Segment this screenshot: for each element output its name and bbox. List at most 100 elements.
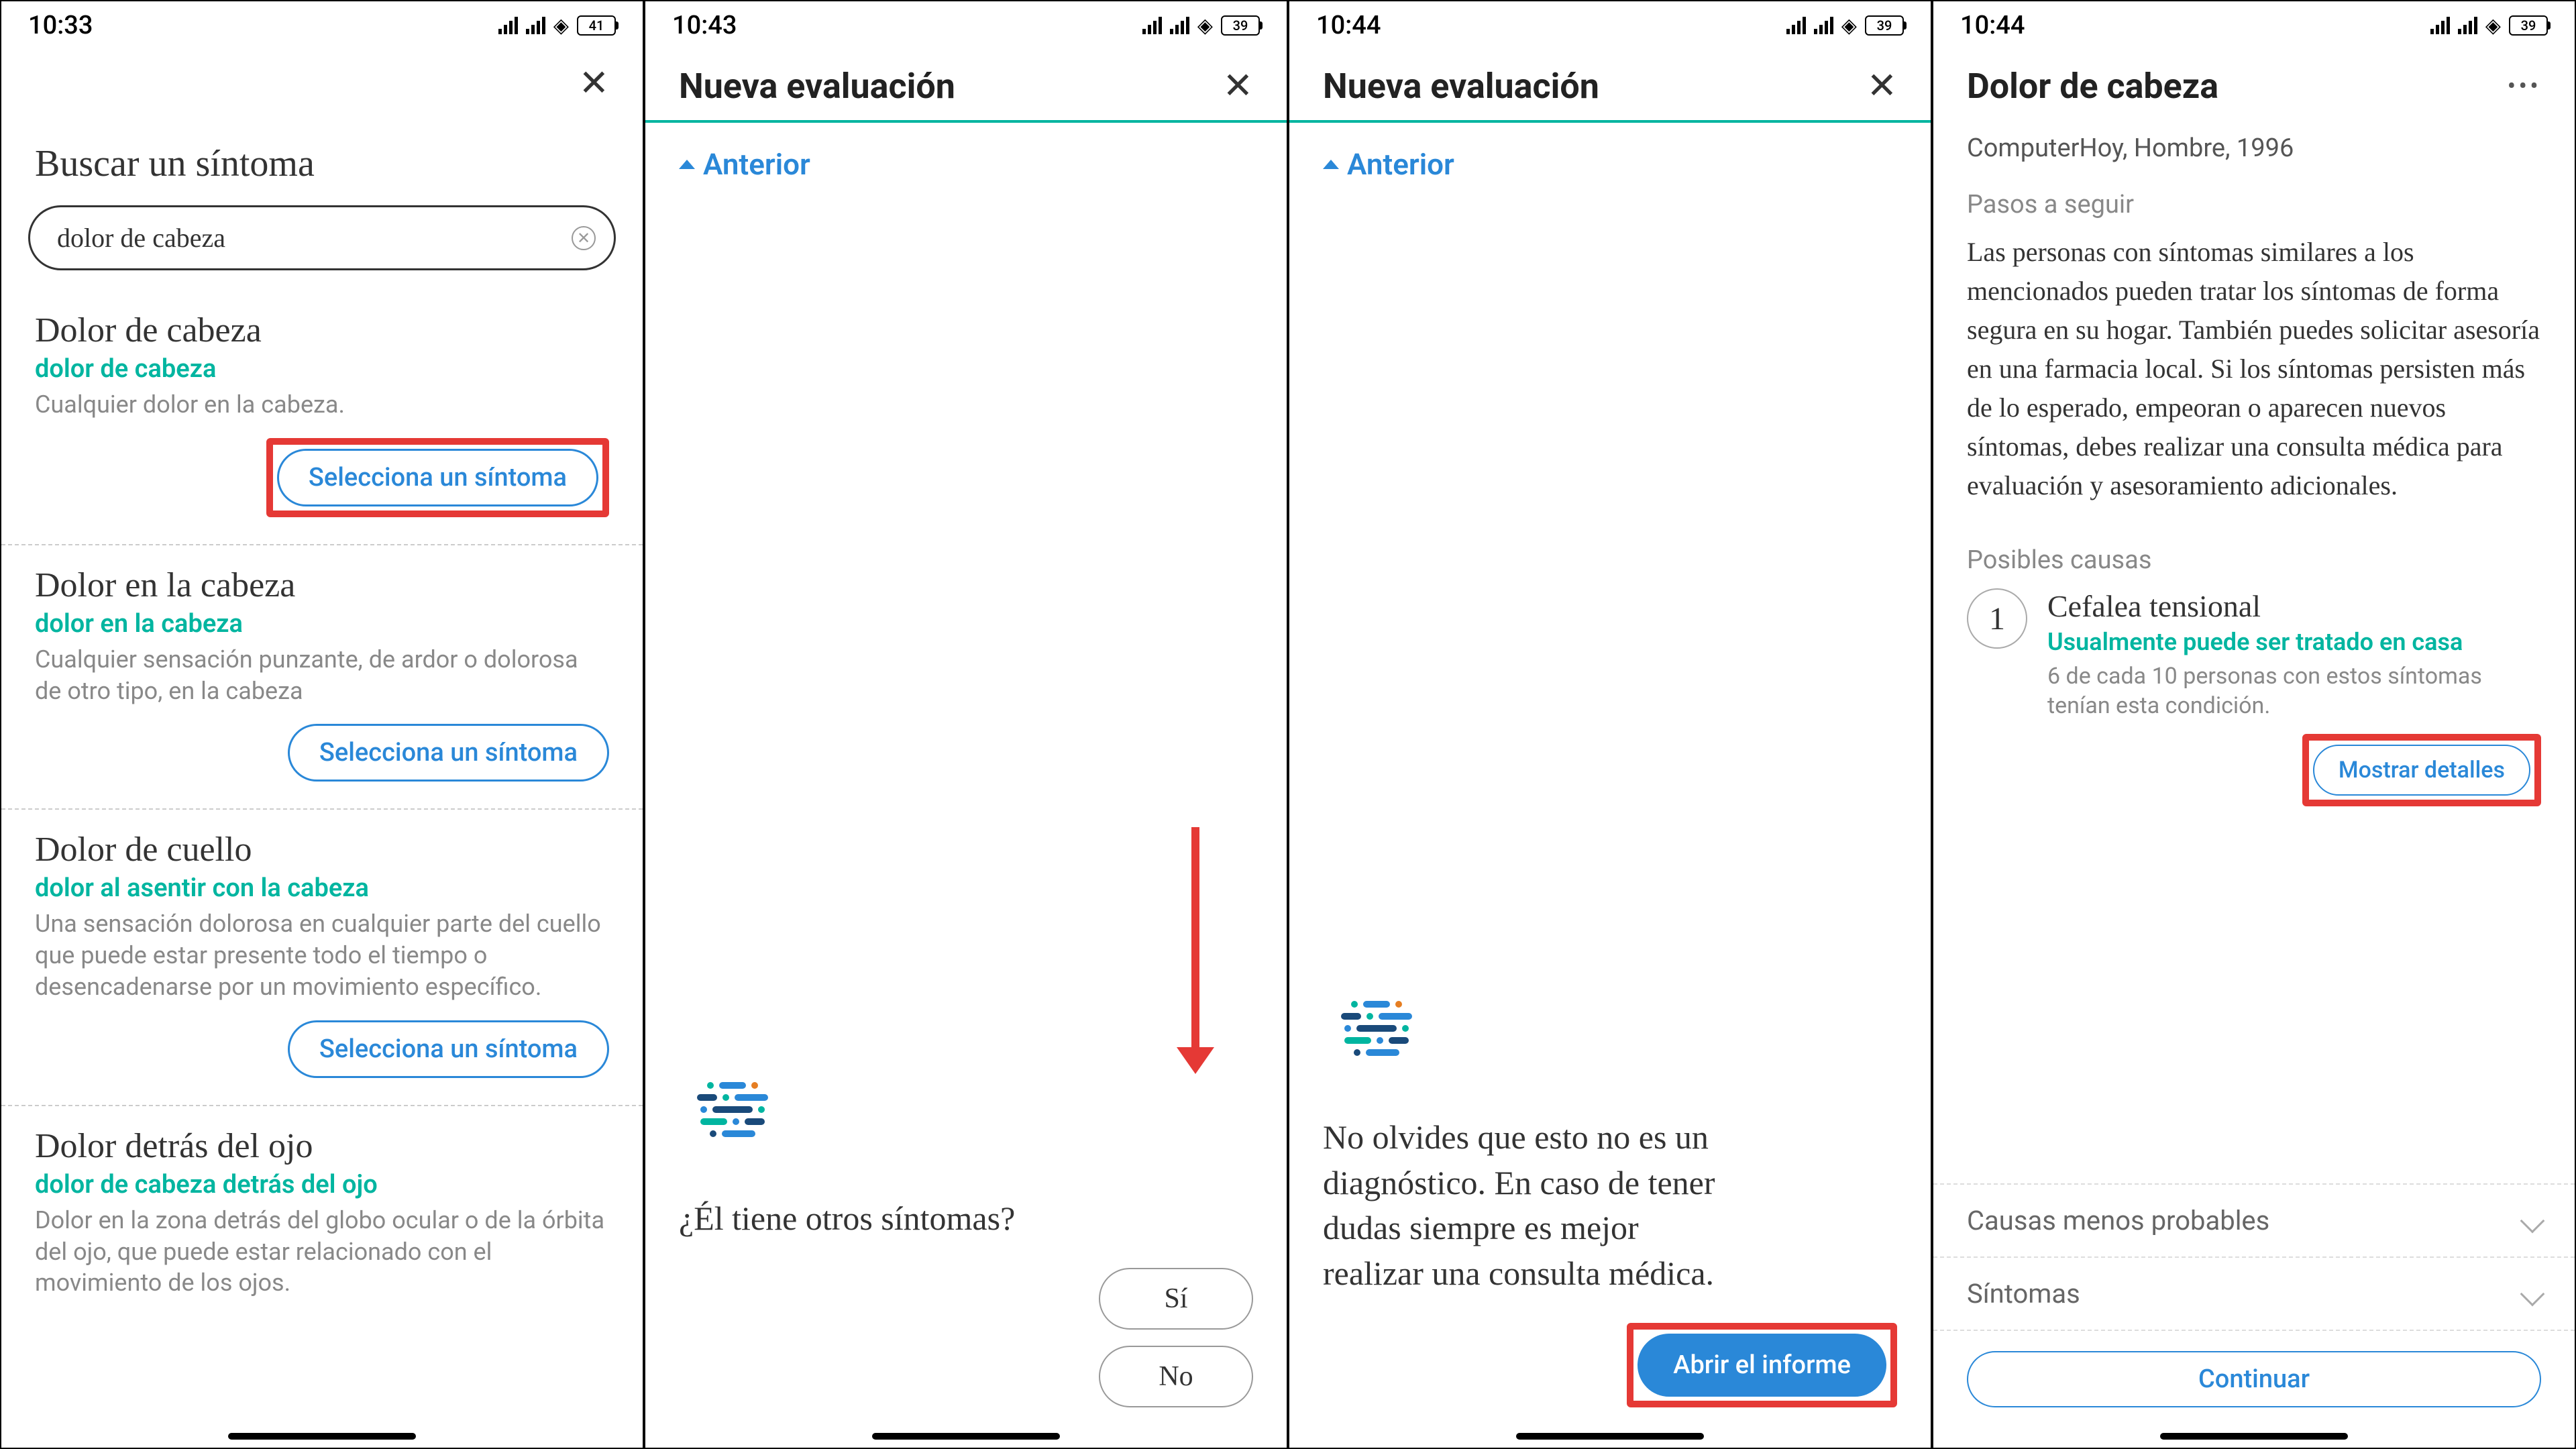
wifi-icon: ◈: [1197, 14, 1213, 38]
cause-item: 1 Cefalea tensional Usualmente puede ser…: [1933, 588, 2575, 734]
battery-icon: 39: [1221, 15, 1260, 36]
accordion-label: Síntomas: [1967, 1278, 2080, 1309]
status-bar: 10:44 ◈ 39: [1933, 1, 2575, 46]
disclaimer-text: No olvides que esto no es un diagnóstico…: [1323, 1115, 1739, 1296]
result-item: Dolor de cuello dolor al asentir con la …: [1, 810, 643, 1106]
home-indicator[interactable]: [872, 1433, 1060, 1440]
page-title: Nueva evaluación: [679, 66, 955, 107]
cause-number: 1: [1967, 588, 2027, 649]
question-block: ¿Él tiene otros síntomas?: [645, 1082, 1287, 1269]
open-report-button[interactable]: Abrir el informe: [1638, 1334, 1886, 1397]
signal-icon: [1142, 17, 1162, 34]
battery-icon: 41: [577, 15, 616, 36]
clock: 10:33: [28, 11, 93, 40]
status-right: ◈ 39: [1142, 14, 1260, 38]
result-desc: Una sensación dolorosa en cualquier part…: [35, 908, 609, 1002]
wifi-icon: ◈: [2485, 14, 2501, 38]
result-desc: Cualquier sensación punzante, de ardor o…: [35, 644, 609, 707]
back-link[interactable]: Anterior: [1289, 123, 1931, 206]
signal-icon: [2430, 17, 2450, 34]
no-button[interactable]: No: [1099, 1346, 1253, 1407]
question-block: No olvides que esto no es un diagnóstico…: [1289, 1001, 1931, 1323]
answer-buttons: Sí No: [645, 1268, 1287, 1448]
cause-desc: 6 de cada 10 personas con estos síntomas…: [2047, 661, 2541, 720]
patient-meta: ComputerHoy, Hombre, 1996: [1933, 133, 2575, 163]
signal-icon-2: [526, 17, 545, 34]
cause-sub: Usualmente puede ser tratado en casa: [2047, 628, 2541, 656]
screen-1-search: 10:33 ◈ 41 ✕ Buscar un síntoma ✕ Dolor d…: [0, 0, 644, 1449]
causes-label: Posibles causas: [1933, 545, 2575, 575]
result-sub: dolor en la cabeza: [35, 609, 609, 639]
result-sub: dolor al asentir con la cabeza: [35, 873, 609, 903]
result-item: Dolor en la cabeza dolor en la cabeza Cu…: [1, 545, 643, 810]
yes-button[interactable]: Sí: [1099, 1268, 1253, 1330]
chevron-up-icon: [1323, 160, 1339, 169]
close-button[interactable]: ✕: [579, 66, 609, 102]
back-label: Anterior: [703, 147, 810, 182]
select-symptom-button[interactable]: Selecciona un síntoma: [288, 724, 609, 782]
cause-cta-wrap: Mostrar detalles: [1933, 734, 2575, 833]
status-bar: 10:43 ◈ 39: [645, 1, 1287, 46]
steps-body: Las personas con síntomas similares a lo…: [1933, 233, 2575, 505]
status-right: ◈ 39: [1786, 14, 1904, 38]
clear-search-icon[interactable]: ✕: [572, 226, 596, 250]
select-symptom-button[interactable]: Selecciona un síntoma: [288, 1020, 609, 1078]
search-input[interactable]: [28, 205, 616, 270]
signal-icon-2: [1814, 17, 1833, 34]
signal-icon: [498, 17, 518, 34]
page-title: Buscar un síntoma: [1, 115, 643, 205]
status-bar: 10:44 ◈ 39: [1289, 1, 1931, 46]
signal-icon-2: [2458, 17, 2477, 34]
result-title: Dolor de cabeza: [35, 311, 609, 350]
chevron-down-icon: [2520, 1208, 2545, 1233]
result-sub: dolor de cabeza detrás del ojo: [35, 1170, 609, 1199]
header: Nueva evaluación ✕: [645, 46, 1287, 120]
result-desc: Dolor en la zona detrás del globo ocular…: [35, 1205, 609, 1299]
annotation-arrow: [1191, 827, 1199, 1055]
search-wrap: ✕: [1, 205, 643, 290]
wifi-icon: ◈: [1841, 14, 1857, 38]
clock: 10:44: [1316, 11, 1381, 40]
app-logo-icon: [1323, 1001, 1430, 1088]
result-item: Dolor detrás del ojo dolor de cabeza det…: [1, 1106, 643, 1343]
home-indicator[interactable]: [228, 1433, 416, 1440]
screen-2-question: 10:43 ◈ 39 Nueva evaluación ✕ Anterior ¿…: [644, 0, 1288, 1449]
accordion-label: Causas menos probables: [1967, 1205, 2269, 1236]
back-link[interactable]: Anterior: [645, 123, 1287, 206]
result-item: Dolor de cabeza dolor de cabeza Cualquie…: [1, 290, 643, 545]
more-button[interactable]: •••: [2508, 72, 2541, 101]
header: Dolor de cabeza •••: [1933, 46, 2575, 120]
app-logo-icon: [679, 1082, 786, 1169]
continue-button[interactable]: Continuar: [1967, 1351, 2541, 1407]
show-details-button[interactable]: Mostrar detalles: [2313, 745, 2530, 796]
select-symptom-button[interactable]: Selecciona un síntoma: [277, 449, 598, 506]
clock: 10:44: [1960, 11, 2025, 40]
steps-label: Pasos a seguir: [1933, 190, 2575, 219]
close-button[interactable]: ✕: [1867, 68, 1897, 105]
result-sub: dolor de cabeza: [35, 354, 609, 384]
highlight-box: Abrir el informe: [1627, 1323, 1897, 1407]
header: Nueva evaluación ✕: [1289, 46, 1931, 120]
battery-icon: 39: [2509, 15, 2548, 36]
result-title: Dolor de cuello: [35, 830, 609, 869]
highlight-box: Mostrar detalles: [2302, 734, 2541, 806]
accordion-less-likely[interactable]: Causas menos probables: [1933, 1183, 2575, 1256]
cta-wrap: Abrir el informe: [1289, 1323, 1931, 1448]
chevron-down-icon: [2520, 1281, 2545, 1306]
close-button[interactable]: ✕: [1223, 68, 1253, 105]
page-title: Dolor de cabeza: [1967, 66, 2218, 107]
accordion-symptoms[interactable]: Síntomas: [1933, 1256, 2575, 1330]
status-right: ◈ 41: [498, 14, 616, 38]
home-indicator[interactable]: [2160, 1433, 2348, 1440]
cause-title: Cefalea tensional: [2047, 588, 2541, 624]
clock: 10:43: [672, 11, 737, 40]
result-desc: Cualquier dolor en la cabeza.: [35, 389, 609, 421]
home-indicator[interactable]: [1516, 1433, 1704, 1440]
result-title: Dolor detrás del ojo: [35, 1126, 609, 1166]
status-bar: 10:33 ◈ 41: [1, 1, 643, 46]
chevron-up-icon: [679, 160, 695, 169]
bottom-bar: Continuar: [1933, 1330, 2575, 1448]
screen-4-report: 10:44 ◈ 39 Dolor de cabeza ••• ComputerH…: [1932, 0, 2576, 1449]
wifi-icon: ◈: [553, 14, 569, 38]
question-text: ¿Él tiene otros síntomas?: [679, 1196, 1253, 1242]
